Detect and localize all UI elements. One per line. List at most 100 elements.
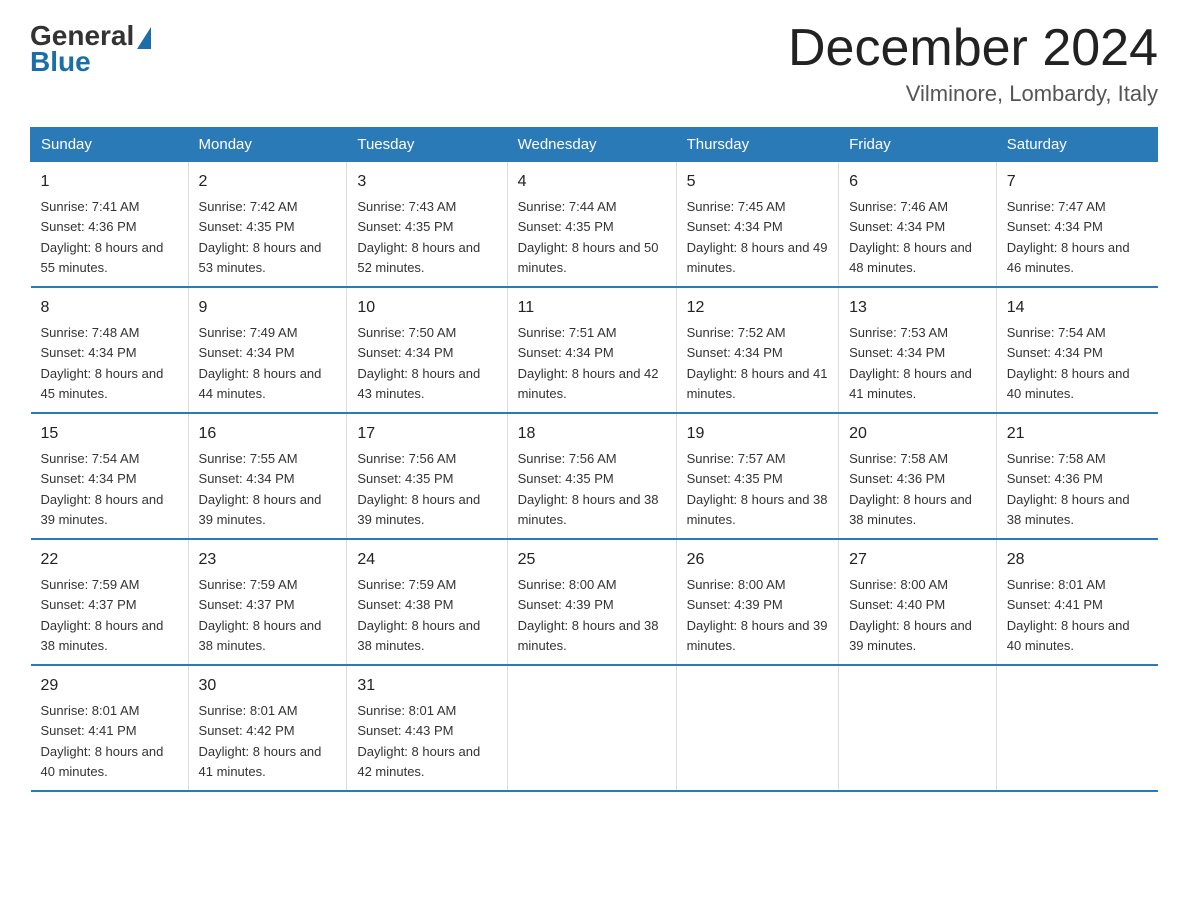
logo-triangle-icon [137,27,151,49]
calendar-day-cell: 24 Sunrise: 7:59 AMSunset: 4:38 PMDaylig… [347,539,507,665]
day-info: Sunrise: 7:49 AMSunset: 4:34 PMDaylight:… [199,325,322,401]
calendar-day-cell: 28 Sunrise: 8:01 AMSunset: 4:41 PMDaylig… [996,539,1157,665]
day-number: 21 [1007,422,1148,446]
day-number: 22 [41,548,178,572]
day-info: Sunrise: 7:54 AMSunset: 4:34 PMDaylight:… [1007,325,1130,401]
day-number: 18 [518,422,666,446]
calendar-day-cell: 21 Sunrise: 7:58 AMSunset: 4:36 PMDaylig… [996,413,1157,539]
calendar-day-cell: 4 Sunrise: 7:44 AMSunset: 4:35 PMDayligh… [507,162,676,288]
header-tuesday: Tuesday [347,128,507,162]
logo: General Blue [30,20,151,78]
day-number: 1 [41,170,178,194]
calendar-day-cell: 31 Sunrise: 8:01 AMSunset: 4:43 PMDaylig… [347,665,507,791]
day-info: Sunrise: 7:59 AMSunset: 4:37 PMDaylight:… [199,577,322,653]
day-info: Sunrise: 7:41 AMSunset: 4:36 PMDaylight:… [41,199,164,275]
day-info: Sunrise: 7:56 AMSunset: 4:35 PMDaylight:… [357,451,480,527]
day-info: Sunrise: 7:43 AMSunset: 4:35 PMDaylight:… [357,199,480,275]
day-number: 10 [357,296,496,320]
day-info: Sunrise: 7:55 AMSunset: 4:34 PMDaylight:… [199,451,322,527]
calendar-header-row: Sunday Monday Tuesday Wednesday Thursday… [31,128,1158,162]
calendar-day-cell: 20 Sunrise: 7:58 AMSunset: 4:36 PMDaylig… [839,413,997,539]
header-monday: Monday [188,128,347,162]
day-number: 24 [357,548,496,572]
day-number: 31 [357,674,496,698]
location-subtitle: Vilminore, Lombardy, Italy [788,81,1158,107]
calendar-day-cell [839,665,997,791]
day-info: Sunrise: 7:58 AMSunset: 4:36 PMDaylight:… [1007,451,1130,527]
calendar-day-cell: 9 Sunrise: 7:49 AMSunset: 4:34 PMDayligh… [188,287,347,413]
day-info: Sunrise: 7:45 AMSunset: 4:34 PMDaylight:… [687,199,828,275]
calendar-day-cell: 10 Sunrise: 7:50 AMSunset: 4:34 PMDaylig… [347,287,507,413]
calendar-day-cell: 16 Sunrise: 7:55 AMSunset: 4:34 PMDaylig… [188,413,347,539]
day-number: 29 [41,674,178,698]
day-number: 8 [41,296,178,320]
calendar-week-row: 8 Sunrise: 7:48 AMSunset: 4:34 PMDayligh… [31,287,1158,413]
calendar-table: Sunday Monday Tuesday Wednesday Thursday… [30,127,1158,792]
calendar-day-cell: 5 Sunrise: 7:45 AMSunset: 4:34 PMDayligh… [676,162,838,288]
day-number: 25 [518,548,666,572]
calendar-week-row: 15 Sunrise: 7:54 AMSunset: 4:34 PMDaylig… [31,413,1158,539]
day-number: 4 [518,170,666,194]
day-info: Sunrise: 8:00 AMSunset: 4:39 PMDaylight:… [518,577,659,653]
calendar-day-cell: 14 Sunrise: 7:54 AMSunset: 4:34 PMDaylig… [996,287,1157,413]
day-number: 26 [687,548,828,572]
calendar-day-cell: 6 Sunrise: 7:46 AMSunset: 4:34 PMDayligh… [839,162,997,288]
calendar-day-cell: 1 Sunrise: 7:41 AMSunset: 4:36 PMDayligh… [31,162,189,288]
day-info: Sunrise: 7:52 AMSunset: 4:34 PMDaylight:… [687,325,828,401]
calendar-day-cell: 7 Sunrise: 7:47 AMSunset: 4:34 PMDayligh… [996,162,1157,288]
calendar-day-cell [507,665,676,791]
day-number: 3 [357,170,496,194]
day-info: Sunrise: 7:57 AMSunset: 4:35 PMDaylight:… [687,451,828,527]
day-number: 30 [199,674,337,698]
day-info: Sunrise: 7:53 AMSunset: 4:34 PMDaylight:… [849,325,972,401]
calendar-day-cell [676,665,838,791]
calendar-day-cell: 26 Sunrise: 8:00 AMSunset: 4:39 PMDaylig… [676,539,838,665]
calendar-day-cell: 23 Sunrise: 7:59 AMSunset: 4:37 PMDaylig… [188,539,347,665]
calendar-week-row: 22 Sunrise: 7:59 AMSunset: 4:37 PMDaylig… [31,539,1158,665]
day-number: 23 [199,548,337,572]
calendar-week-row: 1 Sunrise: 7:41 AMSunset: 4:36 PMDayligh… [31,162,1158,288]
day-number: 12 [687,296,828,320]
day-info: Sunrise: 8:01 AMSunset: 4:43 PMDaylight:… [357,703,480,779]
header-saturday: Saturday [996,128,1157,162]
calendar-day-cell: 13 Sunrise: 7:53 AMSunset: 4:34 PMDaylig… [839,287,997,413]
calendar-day-cell: 3 Sunrise: 7:43 AMSunset: 4:35 PMDayligh… [347,162,507,288]
calendar-day-cell: 8 Sunrise: 7:48 AMSunset: 4:34 PMDayligh… [31,287,189,413]
day-info: Sunrise: 7:46 AMSunset: 4:34 PMDaylight:… [849,199,972,275]
page-header: General Blue December 2024 Vilminore, Lo… [30,20,1158,107]
day-number: 27 [849,548,986,572]
day-info: Sunrise: 7:44 AMSunset: 4:35 PMDaylight:… [518,199,659,275]
day-info: Sunrise: 8:01 AMSunset: 4:41 PMDaylight:… [41,703,164,779]
calendar-day-cell: 29 Sunrise: 8:01 AMSunset: 4:41 PMDaylig… [31,665,189,791]
day-info: Sunrise: 7:59 AMSunset: 4:37 PMDaylight:… [41,577,164,653]
calendar-day-cell: 27 Sunrise: 8:00 AMSunset: 4:40 PMDaylig… [839,539,997,665]
day-number: 19 [687,422,828,446]
calendar-day-cell: 12 Sunrise: 7:52 AMSunset: 4:34 PMDaylig… [676,287,838,413]
day-info: Sunrise: 7:56 AMSunset: 4:35 PMDaylight:… [518,451,659,527]
calendar-day-cell: 22 Sunrise: 7:59 AMSunset: 4:37 PMDaylig… [31,539,189,665]
day-number: 14 [1007,296,1148,320]
month-title: December 2024 [788,20,1158,77]
day-number: 5 [687,170,828,194]
day-number: 9 [199,296,337,320]
day-info: Sunrise: 8:01 AMSunset: 4:42 PMDaylight:… [199,703,322,779]
calendar-day-cell: 19 Sunrise: 7:57 AMSunset: 4:35 PMDaylig… [676,413,838,539]
day-info: Sunrise: 7:51 AMSunset: 4:34 PMDaylight:… [518,325,659,401]
calendar-day-cell: 11 Sunrise: 7:51 AMSunset: 4:34 PMDaylig… [507,287,676,413]
calendar-week-row: 29 Sunrise: 8:01 AMSunset: 4:41 PMDaylig… [31,665,1158,791]
day-info: Sunrise: 7:54 AMSunset: 4:34 PMDaylight:… [41,451,164,527]
day-number: 15 [41,422,178,446]
calendar-day-cell: 25 Sunrise: 8:00 AMSunset: 4:39 PMDaylig… [507,539,676,665]
day-number: 13 [849,296,986,320]
day-info: Sunrise: 8:00 AMSunset: 4:39 PMDaylight:… [687,577,828,653]
day-number: 11 [518,296,666,320]
header-sunday: Sunday [31,128,189,162]
calendar-day-cell [996,665,1157,791]
day-info: Sunrise: 7:42 AMSunset: 4:35 PMDaylight:… [199,199,322,275]
day-info: Sunrise: 7:58 AMSunset: 4:36 PMDaylight:… [849,451,972,527]
calendar-day-cell: 17 Sunrise: 7:56 AMSunset: 4:35 PMDaylig… [347,413,507,539]
day-info: Sunrise: 7:59 AMSunset: 4:38 PMDaylight:… [357,577,480,653]
day-number: 6 [849,170,986,194]
day-number: 28 [1007,548,1148,572]
day-info: Sunrise: 7:48 AMSunset: 4:34 PMDaylight:… [41,325,164,401]
